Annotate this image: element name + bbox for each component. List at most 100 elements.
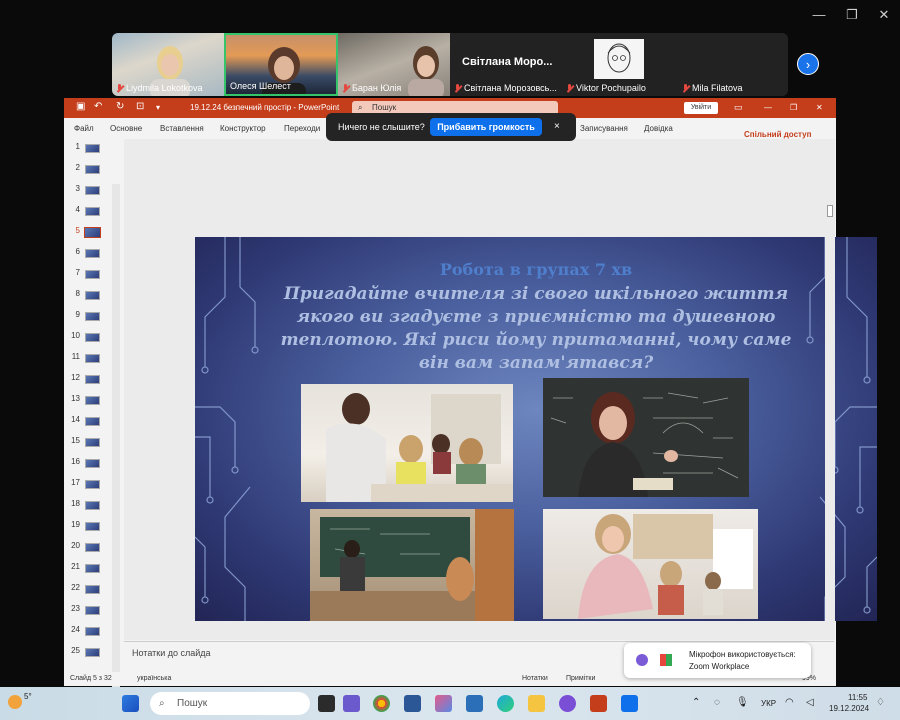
task-view-icon[interactable] xyxy=(318,695,335,712)
increase-volume-button[interactable]: Прибавить громкость xyxy=(430,118,542,136)
participant-tile-active[interactable]: Олеся Шелест xyxy=(224,33,338,96)
slide-thumbnail[interactable]: 3 xyxy=(64,181,120,201)
slide-thumbnail[interactable]: 19 xyxy=(64,517,120,537)
slide-thumbnail[interactable]: 10 xyxy=(64,328,120,348)
slide-body-line: він вам запам'ятався? xyxy=(418,353,654,373)
close-icon[interactable]: ✕ xyxy=(877,8,891,22)
mic-in-use-notification[interactable]: Мікрофон використовується: Zoom Workplac… xyxy=(624,643,811,678)
editor-scrollbar[interactable] xyxy=(825,139,835,639)
file-explorer-icon[interactable] xyxy=(528,695,545,712)
viber-icon[interactable] xyxy=(559,695,576,712)
store-icon[interactable] xyxy=(466,695,483,712)
slide-thumbnail[interactable]: 17 xyxy=(64,475,120,495)
participant-tile[interactable]: Світлана Моро... Світлана Морозовсь... xyxy=(450,33,562,96)
slide-thumbnail[interactable]: 13 xyxy=(64,391,120,411)
notes-toggle[interactable]: Нотатки xyxy=(522,675,548,682)
slide-thumbnail[interactable]: 9 xyxy=(64,307,120,327)
slide-thumbnail[interactable]: 20 xyxy=(64,538,120,558)
slide-thumbnail[interactable]: 18 xyxy=(64,496,120,516)
present-icon[interactable]: ⊡ xyxy=(136,101,144,112)
participant-strip: Liydmila Lokotkova Олеся Шелест Баран Юл… xyxy=(112,33,788,96)
slide-thumbnail[interactable]: 21 xyxy=(64,559,120,579)
participant-tile[interactable]: Liydmila Lokotkova xyxy=(112,33,224,96)
restore-icon[interactable]: ❐ xyxy=(790,103,797,112)
close-icon[interactable]: × xyxy=(554,121,560,132)
comments-toggle[interactable]: Примітки xyxy=(566,675,595,682)
tab-design[interactable]: Конструктор xyxy=(220,124,266,133)
zoom-icon[interactable] xyxy=(621,695,638,712)
word-icon[interactable] xyxy=(404,695,421,712)
tab-home[interactable]: Основне xyxy=(110,124,142,133)
slide-thumbnail[interactable]: 7 xyxy=(64,265,120,285)
toast-message: Ничего не слышите? xyxy=(338,122,425,132)
taskbar-search-input[interactable]: ⌕ Пошук xyxy=(150,692,310,715)
notification-bell-icon[interactable]: ♢ xyxy=(876,697,885,708)
slide-thumbnail-image xyxy=(84,227,101,238)
chrome-icon[interactable] xyxy=(373,695,390,712)
restore-icon[interactable]: ❐ xyxy=(845,8,859,22)
network-icon[interactable]: ◌ xyxy=(714,697,720,708)
tab-transitions[interactable]: Переходи xyxy=(284,124,320,133)
minimize-icon[interactable]: — xyxy=(764,103,772,112)
tab-recording[interactable]: Записування xyxy=(580,124,628,133)
tab-file[interactable]: Файл xyxy=(74,124,94,133)
slide-thumbnail-number: 21 xyxy=(71,562,80,571)
chevron-up-icon[interactable]: ⌃ xyxy=(692,697,700,708)
microphone-icon[interactable]: 🎙 xyxy=(736,697,749,708)
language-indicator[interactable]: українська xyxy=(137,675,171,682)
clock-time[interactable]: 11:55 xyxy=(848,693,867,702)
redo-icon[interactable]: ↻ xyxy=(116,101,124,112)
scroll-thumb[interactable] xyxy=(827,205,833,217)
teams-icon[interactable] xyxy=(343,695,360,712)
participant-tile[interactable]: Viktor Pochupailo xyxy=(562,33,674,96)
wifi-icon[interactable]: ◠ xyxy=(785,697,794,708)
slide-thumbnail[interactable]: 25 xyxy=(64,643,120,663)
slide-thumbnail[interactable]: 23 xyxy=(64,601,120,621)
slide-thumbnail[interactable]: 2 xyxy=(64,160,120,180)
slide-thumbnail[interactable]: 4 xyxy=(64,202,120,222)
clock-date[interactable]: 19.12.2024 xyxy=(829,704,869,713)
participant-tile[interactable]: Баран Юлія xyxy=(338,33,450,96)
slide-thumbnail-number: 20 xyxy=(71,541,80,550)
current-slide[interactable]: Робота в групах 7 хв Пригадайте вчителя … xyxy=(195,237,877,621)
slide-body-line: якого ви згадуєте з приємністю та душевн… xyxy=(296,307,776,327)
slide-thumbnail[interactable]: 1 xyxy=(64,139,120,159)
quick-access-dropdown-icon[interactable]: ▾ xyxy=(156,103,160,112)
slide-thumbnail-number: 23 xyxy=(71,604,80,613)
ribbon-display-icon[interactable]: ▭ xyxy=(734,102,743,113)
participant-name: Mila Filatova xyxy=(692,83,743,93)
slide-thumbnail[interactable]: 6 xyxy=(64,244,120,264)
slide-counter: Слайд 5 з 32 xyxy=(70,675,112,682)
edge-icon[interactable] xyxy=(497,695,514,712)
tab-insert[interactable]: Вставлення xyxy=(160,124,204,133)
mic-muted-icon xyxy=(454,83,461,93)
slide-thumbnail-image xyxy=(85,438,100,447)
tab-help[interactable]: Довідка xyxy=(644,124,673,133)
slide-thumbnail[interactable]: 16 xyxy=(64,454,120,474)
slide-thumbnail-image xyxy=(85,396,100,405)
slide-thumbnail[interactable]: 11 xyxy=(64,349,120,369)
participant-tile[interactable]: Mila Filatova xyxy=(674,33,788,96)
minimize-icon[interactable]: — xyxy=(812,8,826,22)
chevron-right-icon[interactable]: › xyxy=(797,53,819,75)
sign-in-button[interactable]: Увійти xyxy=(684,102,718,114)
save-icon[interactable]: ▣ xyxy=(76,101,85,112)
slide-thumbnail[interactable]: 5 xyxy=(64,223,120,243)
slide-thumbnail[interactable]: 22 xyxy=(64,580,120,600)
volume-icon[interactable]: ◁ xyxy=(806,697,814,708)
slide-thumbnail[interactable]: 8 xyxy=(64,286,120,306)
powerpoint-icon[interactable] xyxy=(590,695,607,712)
close-icon[interactable]: ✕ xyxy=(816,103,823,112)
input-language[interactable]: УКР xyxy=(761,699,776,708)
start-icon[interactable] xyxy=(122,695,139,712)
slide-thumbnail[interactable]: 15 xyxy=(64,433,120,453)
slide-thumbnail-number: 17 xyxy=(71,478,80,487)
slide-thumbnail-number: 8 xyxy=(75,289,80,298)
undo-icon[interactable]: ↶ xyxy=(94,101,102,112)
slide-thumbnail[interactable]: 12 xyxy=(64,370,120,390)
copilot-icon[interactable] xyxy=(435,695,452,712)
participant-name: Viktor Pochupailo xyxy=(576,83,646,93)
slide-thumbnail[interactable]: 14 xyxy=(64,412,120,432)
weather-icon[interactable] xyxy=(8,695,22,709)
slide-thumbnail[interactable]: 24 xyxy=(64,622,120,642)
